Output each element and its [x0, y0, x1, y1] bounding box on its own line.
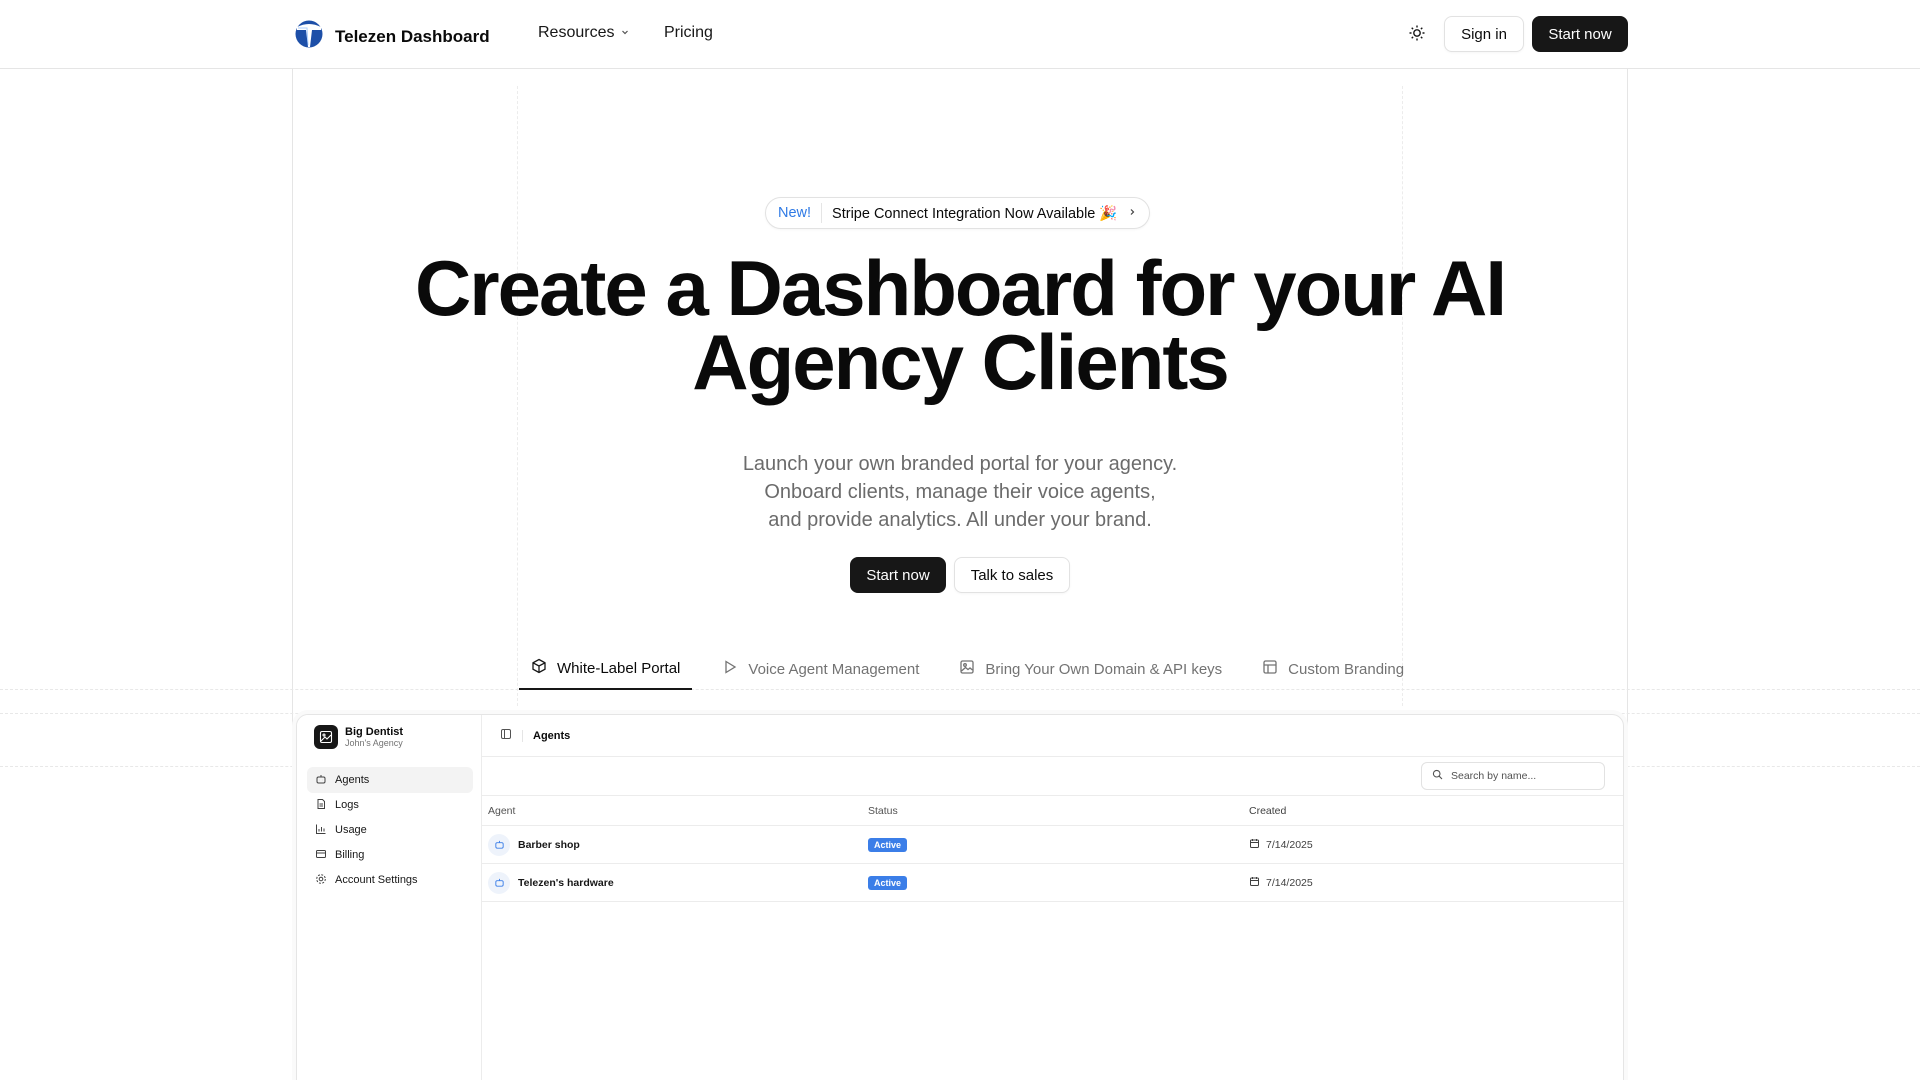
status-badge: Active: [868, 875, 908, 890]
hero-title-line2: Agency Clients: [692, 318, 1229, 406]
guide-line-left: [292, 69, 293, 1080]
brand-name: Telezen Dashboard: [335, 26, 490, 46]
agent-name: Barber shop: [518, 838, 580, 851]
nav-pricing[interactable]: Pricing: [664, 24, 713, 42]
hero-actions: Start now Talk to sales: [850, 557, 1070, 593]
sidebar-item-account-settings[interactable]: Account Settings: [307, 867, 473, 893]
tab-white-label-portal[interactable]: White-Label Portal: [519, 648, 693, 690]
sun-icon: [1408, 24, 1426, 47]
sidebar-item-label: Usage: [335, 824, 367, 836]
cube-icon: [531, 658, 547, 678]
announcement-text: Stripe Connect Integration Now Available…: [832, 205, 1118, 222]
tab-byo-domain-api-keys[interactable]: Bring Your Own Domain & API keys: [947, 648, 1234, 690]
credit-card-icon: [315, 848, 327, 863]
sidebar-item-billing[interactable]: Billing: [307, 842, 473, 868]
hero-title-line1: Create a Dashboard for your AI: [414, 244, 1507, 332]
announcement-divider: [821, 203, 823, 223]
sidebar-item-agents[interactable]: Agents: [307, 767, 473, 793]
sign-in-button[interactable]: Sign in: [1444, 16, 1524, 52]
search-placeholder: Search by name...: [1451, 770, 1537, 782]
sidebar-item-label: Billing: [335, 849, 365, 861]
table-header: Agent Status Created: [482, 796, 1623, 826]
layout-icon: [1262, 659, 1278, 679]
org-logo-icon: [314, 725, 338, 749]
hero-title: Create a Dashboard for your AI Agency Cl…: [0, 244, 1920, 406]
hero-sub-line1: Launch your own branded portal for your …: [742, 453, 1178, 475]
chevron-right-icon: [1127, 205, 1137, 221]
table-row[interactable]: Barber shop Active 7/14/2025: [482, 826, 1623, 864]
sidebar-item-logs[interactable]: Logs: [307, 792, 473, 818]
org-name: Big Dentist: [345, 725, 404, 738]
nav-resources-label: Resources: [538, 24, 615, 41]
tab-label: Bring Your Own Domain & API keys: [985, 660, 1223, 678]
org-switcher[interactable]: Big Dentist John's Agency: [314, 725, 403, 749]
tab-label: White-Label Portal: [557, 659, 681, 677]
hero-sub-line3: and provide analytics. All under your br…: [768, 509, 1152, 531]
theme-toggle-button[interactable]: [1402, 20, 1432, 50]
agent-cell: Telezen's hardware: [482, 871, 863, 894]
tab-custom-branding[interactable]: Custom Branding: [1250, 648, 1416, 690]
status-badge: Active: [868, 837, 908, 852]
file-icon: [315, 798, 327, 813]
created-date: 7/14/2025: [1266, 876, 1313, 889]
page-title: Agents: [533, 729, 571, 742]
top-nav: Telezen Dashboard Resources Pricing Sign…: [0, 0, 1920, 69]
feature-tabs: White-Label Portal Voice Agent Managemen…: [519, 648, 1416, 690]
tab-label: Custom Branding: [1288, 660, 1405, 678]
agent-name: Telezen's hardware: [518, 876, 614, 889]
chevron-down-icon: [620, 24, 630, 42]
image-icon: [959, 659, 975, 679]
col-created[interactable]: Created: [1244, 805, 1623, 817]
agent-cell: Barber shop: [482, 833, 863, 856]
nav-resources[interactable]: Resources: [538, 24, 630, 42]
bot-icon: [488, 833, 510, 856]
bot-icon: [315, 773, 327, 788]
hero-start-now-button[interactable]: Start now: [850, 557, 946, 593]
sidebar-toggle-icon[interactable]: [500, 728, 512, 743]
guide-line-right: [1627, 69, 1628, 1080]
agents-table: Agent Status Created Barber shop Active …: [482, 795, 1623, 902]
sidebar-item-label: Agents: [335, 774, 370, 786]
nav-start-now-button[interactable]: Start now: [1532, 16, 1628, 52]
hero-sub-line2: Onboard clients, manage their voice agen…: [764, 481, 1156, 503]
org-subtitle: John's Agency: [345, 737, 403, 748]
created-date: 7/14/2025: [1266, 838, 1313, 851]
status-cell: Active: [863, 875, 1244, 890]
col-status[interactable]: Status: [863, 805, 1244, 817]
tab-voice-agent-management[interactable]: Voice Agent Management: [710, 648, 931, 690]
preview-header: Agents: [482, 715, 1623, 757]
preview-sidebar: Big Dentist John's Agency Agents Logs Us…: [297, 715, 482, 1080]
talk-to-sales-button[interactable]: Talk to sales: [954, 557, 1070, 593]
calendar-icon: [1249, 876, 1260, 890]
announcement-tag: New!: [778, 205, 812, 221]
dashboard-preview: Big Dentist John's Agency Agents Logs Us…: [296, 714, 1624, 1080]
bar-chart-icon: [315, 823, 327, 838]
bot-icon: [488, 871, 510, 894]
col-agent[interactable]: Agent: [482, 805, 863, 817]
announcement-pill[interactable]: New! Stripe Connect Integration Now Avai…: [765, 197, 1151, 229]
table-row[interactable]: Telezen's hardware Active 7/14/2025: [482, 864, 1623, 902]
search-input[interactable]: Search by name...: [1421, 762, 1605, 790]
sidebar-item-label: Logs: [335, 799, 359, 811]
status-cell: Active: [863, 837, 1244, 852]
created-cell: 7/14/2025: [1244, 876, 1623, 890]
calendar-icon: [1249, 838, 1260, 852]
sidebar-item-label: Account Settings: [335, 874, 418, 886]
hero-subtitle: Launch your own branded portal for your …: [0, 450, 1920, 534]
brand[interactable]: Telezen Dashboard: [295, 19, 490, 54]
search-icon: [1432, 769, 1443, 783]
created-cell: 7/14/2025: [1244, 838, 1623, 852]
nav-pricing-label: Pricing: [664, 24, 713, 41]
header-divider: [522, 729, 523, 742]
play-icon: [722, 659, 738, 679]
tab-label: Voice Agent Management: [748, 660, 920, 678]
sidebar-item-usage[interactable]: Usage: [307, 817, 473, 843]
gear-icon: [315, 873, 327, 888]
telezen-logo-icon: [295, 19, 323, 54]
